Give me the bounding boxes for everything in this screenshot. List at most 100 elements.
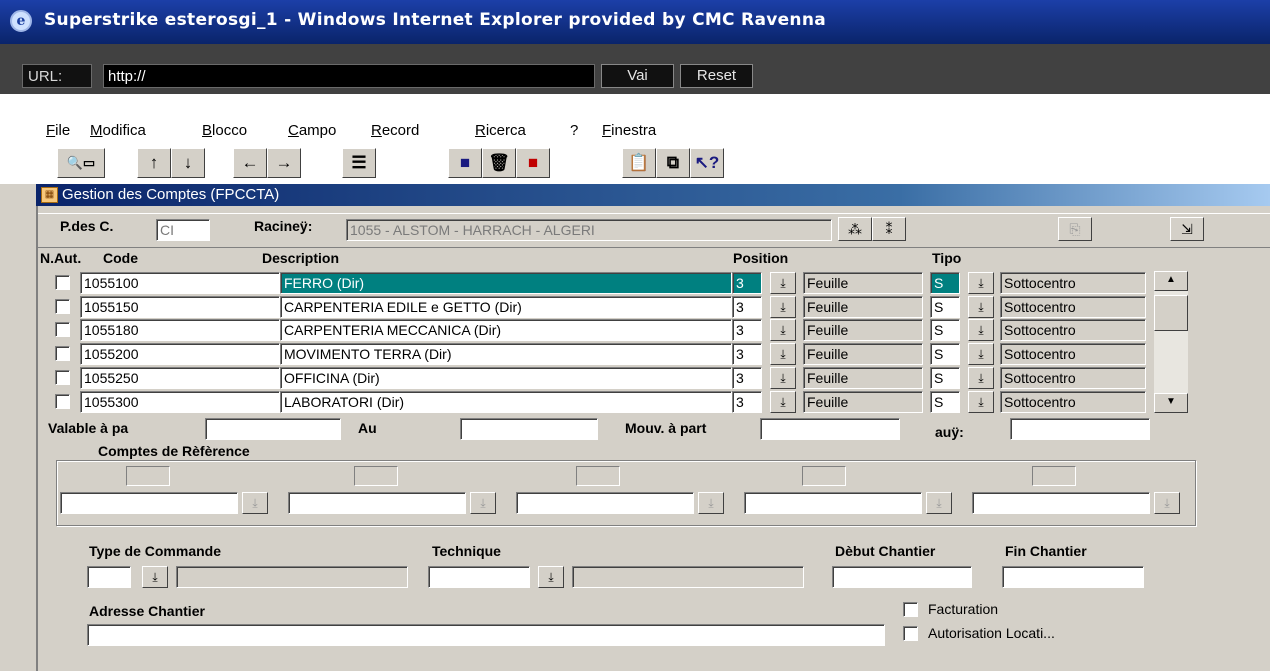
- tipo-dropdown-icon[interactable]: ⤓: [968, 343, 994, 365]
- row-checkbox[interactable]: [55, 346, 70, 361]
- list-icon[interactable]: ☰: [342, 148, 376, 178]
- menu-campo[interactable]: Campo: [288, 122, 336, 139]
- menu-help[interactable]: ?: [570, 122, 578, 139]
- url-input[interactable]: http://: [103, 64, 595, 88]
- position-dropdown-icon[interactable]: ⤓: [770, 296, 796, 318]
- menu-record[interactable]: Record: [371, 122, 419, 139]
- row-position-label: Feuille: [803, 319, 923, 341]
- copy-icon[interactable]: ⧉: [656, 148, 690, 178]
- tipo-dropdown-icon[interactable]: ⤓: [968, 367, 994, 389]
- compte-ref-dropdown-icon[interactable]: ⤓: [242, 492, 268, 514]
- adresse-field[interactable]: [87, 624, 885, 646]
- row-checkbox[interactable]: [55, 322, 70, 337]
- row-tipo[interactable]: S: [930, 367, 960, 389]
- scroll-thumb[interactable]: [1154, 295, 1188, 331]
- compte-ref-dropdown-icon[interactable]: ⤓: [470, 492, 496, 514]
- save-icon[interactable]: ■: [448, 148, 482, 178]
- row-description[interactable]: CARPENTERIA MECCANICA (Dir): [280, 319, 732, 341]
- menu-file[interactable]: File: [46, 122, 70, 139]
- search-records-icon[interactable]: 🔍▭: [57, 148, 105, 178]
- compte-ref-dropdown-icon[interactable]: ⤓: [698, 492, 724, 514]
- row-position[interactable]: 3: [732, 296, 762, 318]
- technique-dropdown-icon[interactable]: ⤓: [538, 566, 564, 588]
- position-dropdown-icon[interactable]: ⤓: [770, 391, 796, 413]
- position-dropdown-icon[interactable]: ⤓: [770, 343, 796, 365]
- scroll-down-icon[interactable]: ▼: [1154, 393, 1188, 413]
- compte-ref-field[interactable]: [60, 492, 238, 514]
- tipo-dropdown-icon[interactable]: ⤓: [968, 296, 994, 318]
- compte-ref-field[interactable]: [972, 492, 1150, 514]
- autorisation-checkbox[interactable]: [903, 626, 918, 641]
- go-button[interactable]: Vai: [601, 64, 674, 88]
- row-tipo[interactable]: S: [930, 272, 960, 294]
- exit-icon[interactable]: ■: [516, 148, 550, 178]
- row-code[interactable]: 1055300: [80, 391, 280, 413]
- technique-field[interactable]: [428, 566, 530, 588]
- type-commande-dropdown-icon[interactable]: ⤓: [142, 566, 168, 588]
- row-description[interactable]: CARPENTERIA EDILE e GETTO (Dir): [280, 296, 732, 318]
- au-field[interactable]: [460, 418, 598, 440]
- row-checkbox[interactable]: [55, 394, 70, 409]
- tipo-dropdown-icon[interactable]: ⤓: [968, 272, 994, 294]
- row-tipo[interactable]: S: [930, 296, 960, 318]
- table-scrollbar[interactable]: [1154, 271, 1188, 411]
- row-checkbox[interactable]: [55, 275, 70, 290]
- arrow-left-icon[interactable]: ←: [233, 148, 267, 178]
- row-description[interactable]: MOVIMENTO TERRA (Dir): [280, 343, 732, 365]
- menu-modifica[interactable]: Modifica: [90, 122, 146, 139]
- row-position[interactable]: 3: [732, 272, 762, 294]
- help-pointer-icon[interactable]: ↖?: [690, 148, 724, 178]
- compte-ref-code: [1032, 466, 1076, 486]
- row-position[interactable]: 3: [732, 391, 762, 413]
- facturation-checkbox[interactable]: [903, 602, 918, 617]
- compte-ref-field[interactable]: [288, 492, 466, 514]
- tree-expand-icon[interactable]: ⁂: [838, 217, 872, 241]
- row-tipo[interactable]: S: [930, 391, 960, 413]
- row-description[interactable]: LABORATORI (Dir): [280, 391, 732, 413]
- position-dropdown-icon[interactable]: ⤓: [770, 319, 796, 341]
- arrow-down-icon[interactable]: ↓: [171, 148, 205, 178]
- compte-ref-field[interactable]: [516, 492, 694, 514]
- row-position[interactable]: 3: [732, 343, 762, 365]
- row-code[interactable]: 1055250: [80, 367, 280, 389]
- auy-field[interactable]: [1010, 418, 1150, 440]
- arrow-right-icon[interactable]: →: [267, 148, 301, 178]
- tree-collapse-icon[interactable]: ⁑: [872, 217, 906, 241]
- scroll-up-icon[interactable]: ▲: [1154, 271, 1188, 291]
- row-checkbox[interactable]: [55, 299, 70, 314]
- compte-ref-dropdown-icon[interactable]: ⤓: [1154, 492, 1180, 514]
- row-tipo[interactable]: S: [930, 343, 960, 365]
- window-arrow-icon[interactable]: ⇲: [1170, 217, 1204, 241]
- compte-ref-field[interactable]: [744, 492, 922, 514]
- row-position[interactable]: 3: [732, 319, 762, 341]
- tipo-dropdown-icon[interactable]: ⤓: [968, 319, 994, 341]
- arrow-up-icon[interactable]: ↑: [137, 148, 171, 178]
- reset-button[interactable]: Reset: [680, 64, 753, 88]
- delete-icon[interactable]: 🗑: [482, 148, 516, 178]
- pdesc-field[interactable]: CI: [156, 219, 210, 241]
- debut-field[interactable]: [832, 566, 972, 588]
- mouv-field[interactable]: [760, 418, 900, 440]
- row-code[interactable]: 1055180: [80, 319, 280, 341]
- row-code[interactable]: 1055150: [80, 296, 280, 318]
- position-dropdown-icon[interactable]: ⤓: [770, 272, 796, 294]
- tipo-dropdown-icon[interactable]: ⤓: [968, 391, 994, 413]
- fin-field[interactable]: [1002, 566, 1144, 588]
- row-tipo[interactable]: S: [930, 319, 960, 341]
- row-position-label: Feuille: [803, 272, 923, 294]
- row-position[interactable]: 3: [732, 367, 762, 389]
- menu-finestra[interactable]: Finestra: [602, 122, 656, 139]
- menu-ricerca[interactable]: Ricerca: [475, 122, 526, 139]
- row-description[interactable]: FERRO (Dir): [280, 272, 732, 294]
- row-code[interactable]: 1055200: [80, 343, 280, 365]
- valable-field[interactable]: [205, 418, 341, 440]
- menu-blocco[interactable]: Blocco: [202, 122, 247, 139]
- clipboard-icon[interactable]: 📋: [622, 148, 656, 178]
- row-description[interactable]: OFFICINA (Dir): [280, 367, 732, 389]
- compte-ref-dropdown-icon[interactable]: ⤓: [926, 492, 952, 514]
- col-code: Code: [103, 250, 138, 266]
- row-code[interactable]: 1055100: [80, 272, 280, 294]
- type-commande-field[interactable]: [87, 566, 131, 588]
- position-dropdown-icon[interactable]: ⤓: [770, 367, 796, 389]
- row-checkbox[interactable]: [55, 370, 70, 385]
